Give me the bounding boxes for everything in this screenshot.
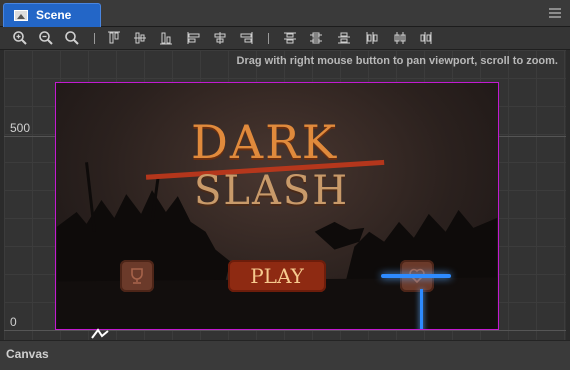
zoom-reset-icon[interactable] <box>64 30 80 46</box>
align-bottom-icon[interactable] <box>158 30 174 46</box>
zoom-out-icon[interactable] <box>38 30 54 46</box>
distribute-left-icon[interactable] <box>364 30 380 46</box>
canvas-node-gizmo-icon[interactable] <box>90 328 112 340</box>
align-vertical-center-icon[interactable] <box>132 30 148 46</box>
align-horizontal-center-icon[interactable] <box>212 30 228 46</box>
tab-scene[interactable]: Scene <box>3 3 101 27</box>
selected-node-label: Canvas <box>6 347 49 361</box>
zoom-in-icon[interactable] <box>12 30 28 46</box>
toolbar-separator <box>268 33 269 44</box>
blade-slash-effect <box>381 274 451 278</box>
distribute-top-icon[interactable] <box>282 30 298 46</box>
panel-footer: Canvas <box>0 340 570 370</box>
toolbar-separator <box>94 33 95 44</box>
align-left-icon[interactable] <box>186 30 202 46</box>
scene-toolbar <box>0 27 570 50</box>
panel-tab-bar: Scene <box>0 0 570 27</box>
distribute-horizontal-center-icon[interactable] <box>392 30 408 46</box>
viewport-hint: Drag with right mouse button to pan view… <box>236 55 558 67</box>
align-top-icon[interactable] <box>106 30 122 46</box>
scene-image-icon <box>14 10 28 21</box>
play-button[interactable]: PLAY <box>228 260 326 292</box>
blade-beam-effect <box>420 289 423 329</box>
axis-label-0: 0 <box>10 315 17 329</box>
tab-scene-label: Scene <box>36 8 72 22</box>
distribute-bottom-icon[interactable] <box>336 30 352 46</box>
trophy-icon <box>131 268 143 284</box>
scene-viewport[interactable]: Drag with right mouse button to pan view… <box>4 50 566 340</box>
distribute-vertical-center-icon[interactable] <box>308 30 324 46</box>
hamburger-menu-icon[interactable] <box>549 8 561 18</box>
align-right-icon[interactable] <box>238 30 254 46</box>
game-title-slash: SLASH <box>194 168 350 214</box>
axis-label-500: 500 <box>10 121 31 135</box>
game-title-dark: DARK <box>191 115 339 169</box>
trophy-button[interactable] <box>120 260 154 292</box>
canvas-node[interactable]: DARK SLASH PLAY <box>55 82 499 330</box>
axis-line-0 <box>4 330 566 331</box>
distribute-right-icon[interactable] <box>418 30 434 46</box>
